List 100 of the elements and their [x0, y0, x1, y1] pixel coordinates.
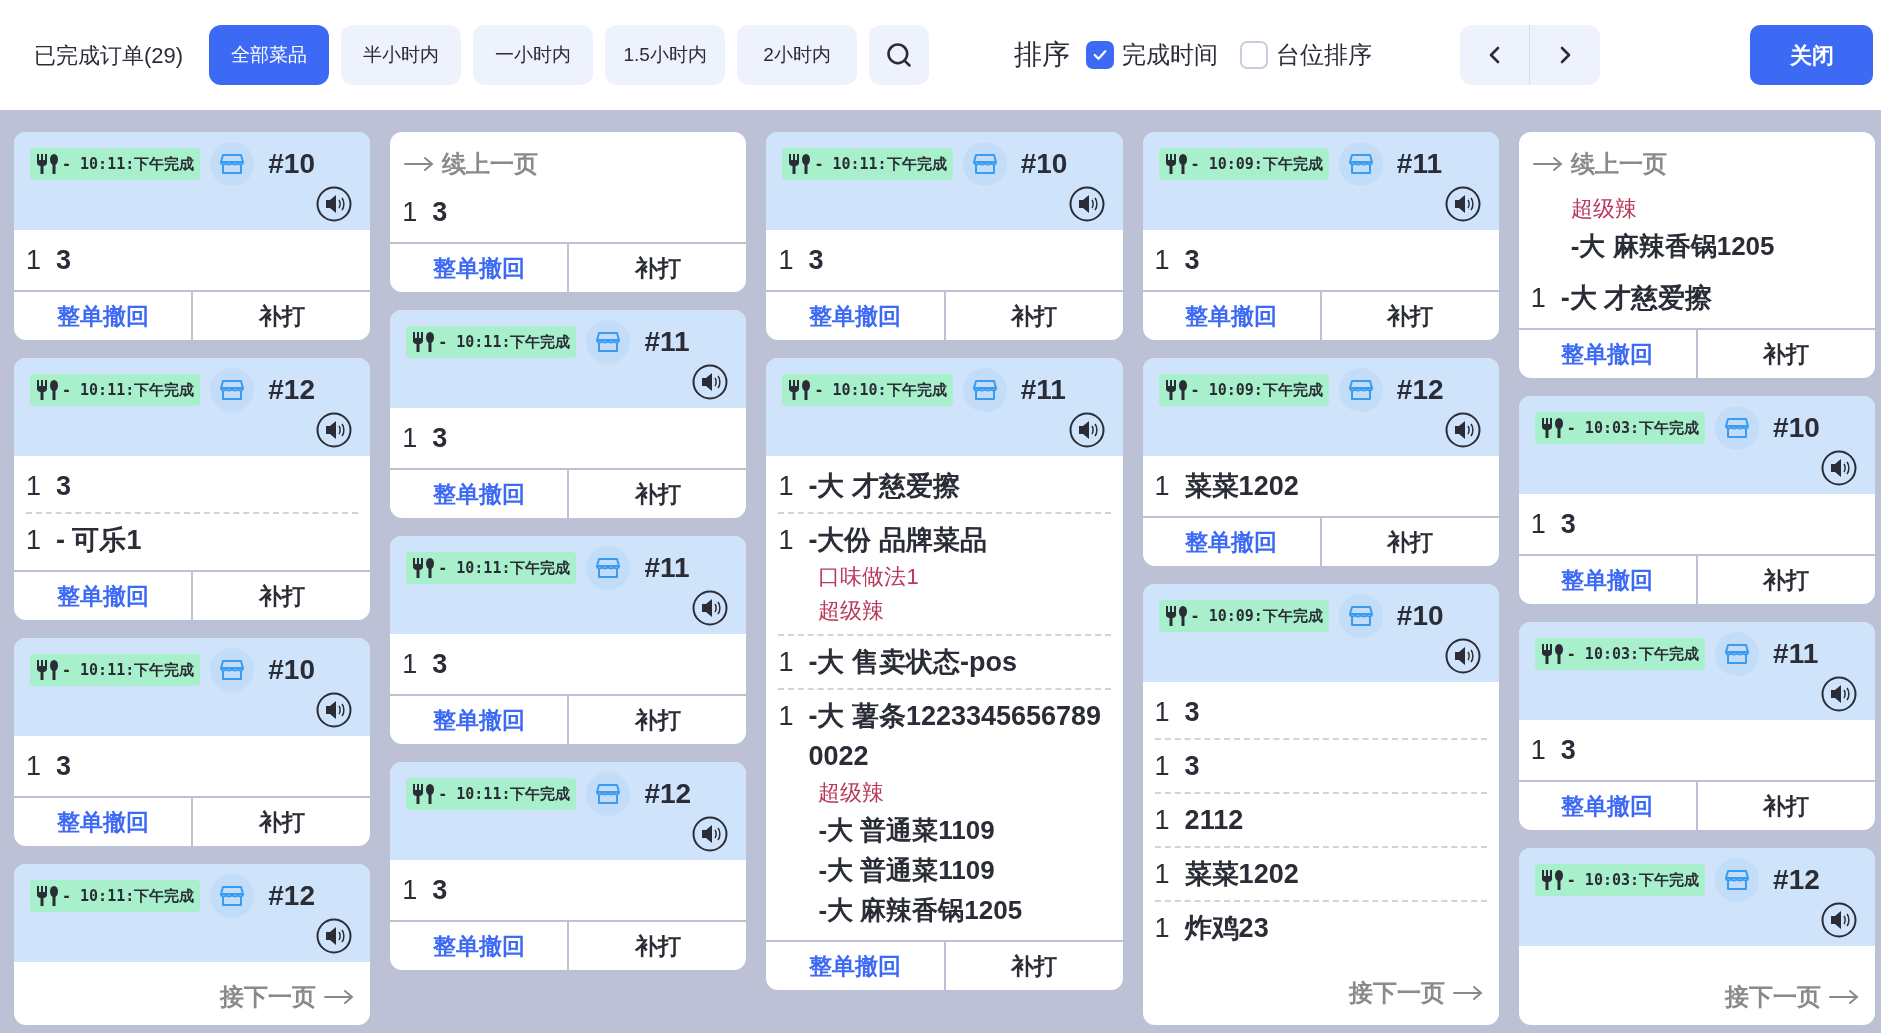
- checkbox[interactable]: [1240, 41, 1269, 69]
- filter-tab[interactable]: 2小时内: [737, 25, 858, 85]
- order-number: #12: [268, 879, 315, 913]
- recall-button[interactable]: 整单撤回: [766, 942, 946, 990]
- recall-button[interactable]: 整单撤回: [390, 696, 570, 744]
- reprint-button[interactable]: 补打: [1697, 556, 1875, 604]
- item-name: 3: [432, 422, 448, 455]
- recall-button[interactable]: 整单撤回: [1142, 518, 1322, 566]
- speaker-button[interactable]: [1068, 186, 1105, 222]
- completion-time: - 10:03:下午完成: [1566, 869, 1700, 891]
- speaker-button[interactable]: [692, 364, 729, 400]
- item-quantity: 1: [402, 648, 419, 681]
- cutlery-icon: [36, 659, 60, 681]
- recall-button[interactable]: 整单撤回: [1518, 330, 1698, 378]
- store-icon: [962, 368, 1007, 412]
- order-number: #10: [1396, 599, 1444, 633]
- next-page-label: 接下一页: [220, 982, 317, 1012]
- store-icon: [1715, 632, 1760, 676]
- store-icon: [1338, 594, 1383, 638]
- order-number: #11: [1773, 637, 1819, 671]
- order-number: #11: [1396, 147, 1443, 181]
- item-name: 3: [432, 874, 448, 907]
- completion-time: - 10:09:下午完成: [1190, 153, 1323, 175]
- item-quantity: 1: [1154, 858, 1171, 891]
- recall-button[interactable]: 整单撤回: [1518, 556, 1698, 604]
- sort-option-label[interactable]: 台位排序: [1276, 37, 1373, 73]
- reprint-button[interactable]: 补打: [1321, 518, 1499, 566]
- reprint-button[interactable]: 补打: [1697, 330, 1875, 378]
- reprint-button[interactable]: 补打: [569, 922, 747, 970]
- reprint-button[interactable]: 补打: [1697, 782, 1875, 830]
- cutlery-icon: [412, 557, 437, 579]
- item-quantity: 1: [1530, 734, 1547, 767]
- recall-button[interactable]: 整单撤回: [390, 244, 570, 292]
- reprint-button[interactable]: 补打: [193, 798, 371, 846]
- next-page-label: 接下一页: [1725, 982, 1821, 1012]
- speaker-button[interactable]: [1444, 638, 1481, 674]
- speaker-button[interactable]: [316, 692, 353, 728]
- speaker-button[interactable]: [1821, 676, 1857, 712]
- speaker-button[interactable]: [316, 186, 353, 222]
- recall-button[interactable]: 整单撤回: [766, 292, 946, 340]
- reprint-button[interactable]: 补打: [193, 292, 371, 340]
- reprint-button[interactable]: 补打: [945, 292, 1123, 340]
- speaker-button[interactable]: [1068, 412, 1105, 448]
- reprint-button[interactable]: 补打: [193, 572, 371, 620]
- item-quantity: 1: [26, 750, 43, 783]
- filter-tab[interactable]: 一小时内: [473, 25, 594, 85]
- item-name: 3: [1560, 508, 1576, 541]
- filter-tab[interactable]: 1.5小时内: [605, 25, 726, 85]
- reprint-button[interactable]: 补打: [1321, 292, 1499, 340]
- reprint-button[interactable]: 补打: [569, 470, 747, 518]
- recall-button[interactable]: 整单撤回: [14, 572, 194, 620]
- item-quantity: 1: [402, 874, 419, 907]
- speaker-button[interactable]: [1821, 902, 1857, 938]
- cutlery-icon: [1540, 643, 1565, 665]
- speaker-button[interactable]: [1444, 412, 1481, 448]
- sub-item: -大 普通菜1109: [818, 814, 995, 847]
- order-number: #10: [268, 653, 315, 687]
- order-number: #11: [644, 551, 690, 585]
- item-quantity: 1: [778, 700, 795, 733]
- recall-button[interactable]: 整单撤回: [14, 798, 194, 846]
- close-button[interactable]: 关闭: [1750, 25, 1873, 85]
- item-quantity: 1: [1154, 804, 1171, 837]
- speaker-button[interactable]: [692, 590, 729, 626]
- speaker-button[interactable]: [1444, 186, 1481, 222]
- completion-time: - 10:11:下午完成: [62, 379, 195, 401]
- checkbox[interactable]: [1086, 41, 1115, 69]
- item-name: 3: [1560, 734, 1576, 767]
- reprint-button[interactable]: 补打: [569, 244, 747, 292]
- order-number: #11: [1020, 373, 1066, 407]
- completion-time: - 10:11:下午完成: [62, 885, 195, 907]
- item-name: - 可乐1: [56, 524, 142, 557]
- item-quantity: 1: [778, 524, 795, 557]
- sort-option-label[interactable]: 完成时间: [1122, 37, 1219, 73]
- recall-button[interactable]: 整单撤回: [1518, 782, 1698, 830]
- cutlery-icon: [36, 379, 60, 401]
- filter-tab[interactable]: 全部菜品: [209, 25, 330, 85]
- filter-tab[interactable]: 半小时内: [341, 25, 462, 85]
- item-name: -大 才慈爱擦: [808, 470, 960, 503]
- item-name: 3: [432, 196, 448, 229]
- recall-button[interactable]: 整单撤回: [14, 292, 194, 340]
- speaker-button[interactable]: [1821, 450, 1857, 486]
- item-quantity: 1: [1154, 470, 1171, 503]
- speaker-button[interactable]: [316, 918, 353, 954]
- item-name: 3: [1184, 750, 1200, 783]
- search-button[interactable]: [869, 25, 930, 85]
- recall-button[interactable]: 整单撤回: [390, 922, 570, 970]
- recall-button[interactable]: 整单撤回: [390, 470, 570, 518]
- speaker-button[interactable]: [692, 816, 729, 852]
- arrow-icon: [1829, 989, 1859, 1005]
- item-name: -大 售卖状态-pos: [808, 646, 1017, 679]
- order-number: #12: [268, 373, 315, 407]
- sub-item: -大 普通菜1109: [818, 854, 995, 887]
- reprint-button[interactable]: 补打: [945, 942, 1123, 990]
- completion-time: - 10:03:下午完成: [1566, 643, 1700, 665]
- cutlery-icon: [36, 885, 60, 907]
- speaker-button[interactable]: [316, 412, 353, 448]
- item-name: -大份 品牌菜品: [808, 524, 987, 557]
- reprint-button[interactable]: 补打: [569, 696, 747, 744]
- recall-button[interactable]: 整单撤回: [1142, 292, 1322, 340]
- store-icon: [962, 142, 1007, 186]
